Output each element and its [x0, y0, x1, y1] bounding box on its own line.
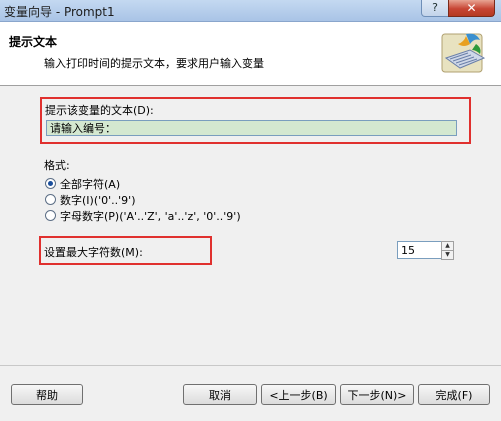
footer-divider	[0, 365, 501, 366]
spin-down-button[interactable]: ▼	[441, 250, 454, 260]
close-button[interactable]: ✕	[448, 0, 495, 17]
page-subtitle: 输入打印时间的提示文本，要求用户输入变量	[44, 57, 264, 70]
page-title: 提示文本	[9, 35, 58, 49]
radio-digits-label[interactable]: 数字(I)('0'..'9')	[60, 192, 136, 208]
prompt-label: 提示该变量的文本(D):	[45, 104, 154, 117]
format-label: 格式:	[44, 159, 70, 172]
radio-all-chars-label[interactable]: 全部字符(A)	[60, 176, 120, 192]
wizard-header	[0, 22, 501, 86]
finish-button[interactable]: 完成(F)	[418, 384, 490, 405]
help-title-button[interactable]: ?	[421, 0, 449, 17]
back-button[interactable]: <上一步(B)	[261, 384, 336, 405]
radio-alphanumeric[interactable]	[45, 210, 56, 221]
cancel-button[interactable]: 取消	[183, 384, 257, 405]
prompt-text-input[interactable]	[46, 120, 457, 136]
help-button[interactable]: 帮助	[11, 384, 83, 405]
radio-all-chars[interactable]	[45, 178, 56, 189]
max-chars-input[interactable]	[397, 241, 442, 259]
radio-alphanumeric-label[interactable]: 字母数字(P)('A'..'Z', 'a'..'z', '0'..'9')	[60, 208, 241, 224]
next-button[interactable]: 下一步(N)>	[340, 384, 414, 405]
max-chars-label: 设置最大字符数(M):	[44, 246, 143, 259]
radio-digits[interactable]	[45, 194, 56, 205]
wizard-keyboard-icon	[441, 33, 486, 73]
window-title: 变量向导 - Prompt1	[4, 5, 115, 19]
